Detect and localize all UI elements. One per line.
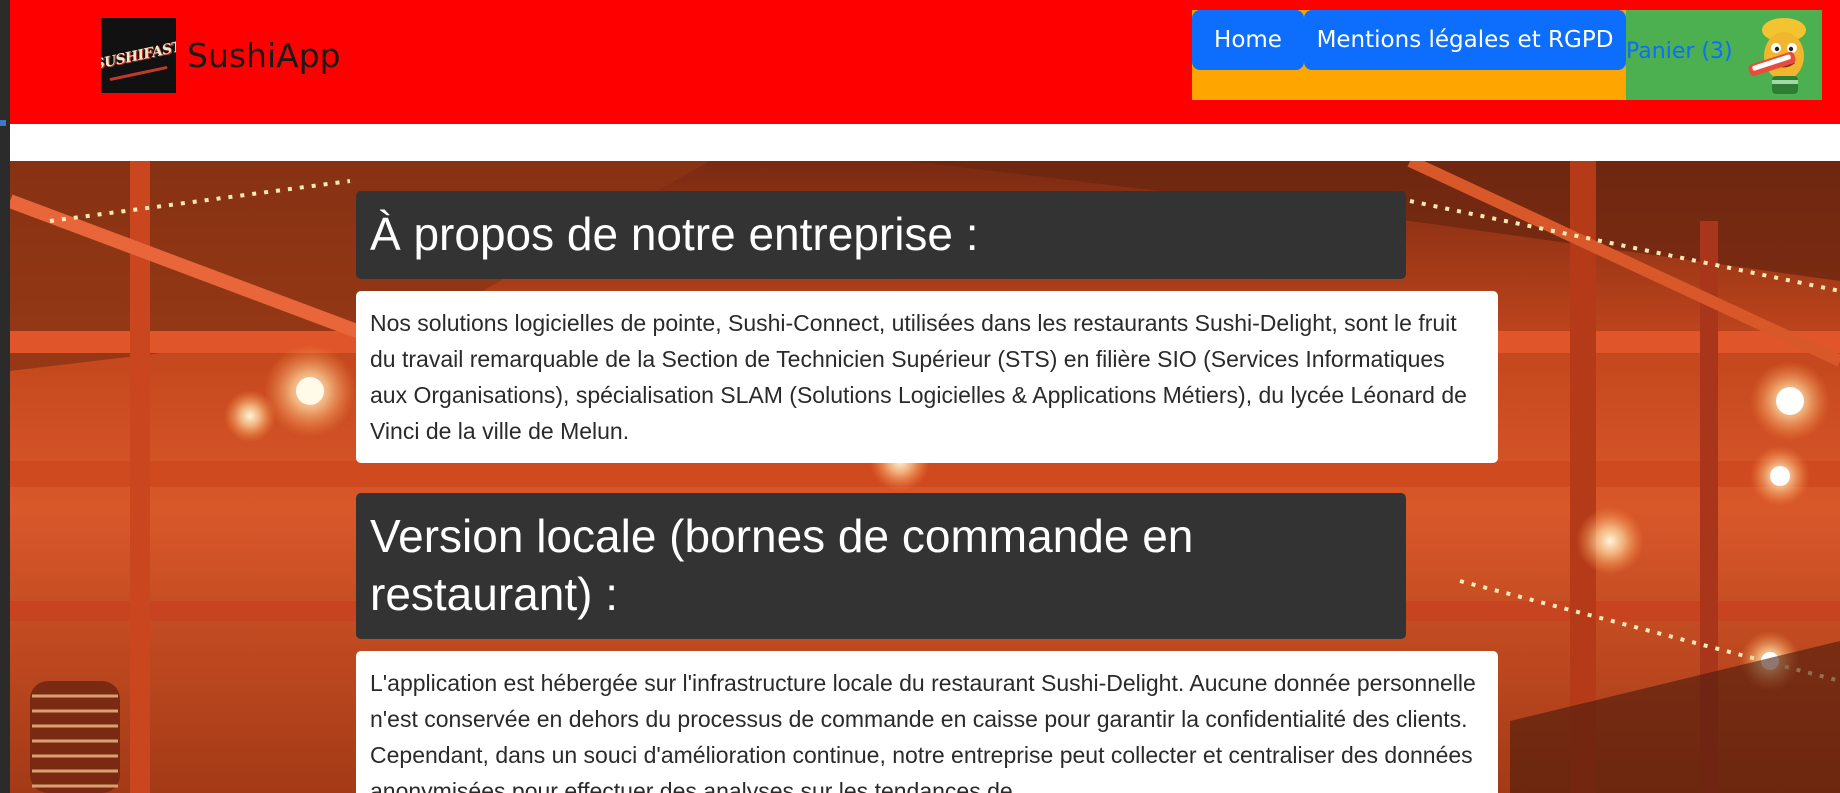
about-heading: À propos de notre entreprise : [356, 191, 1406, 279]
sushi-mascot-icon[interactable] [1742, 10, 1822, 100]
cart-link[interactable]: Panier (3) [1626, 39, 1733, 64]
mentions-legales-button[interactable]: Mentions légales et RGPD [1304, 10, 1626, 70]
brand[interactable]: SUSHIFAST SushiApp [101, 18, 341, 93]
brand-name[interactable]: SushiApp [187, 36, 341, 75]
local-version-section: Version locale (bornes de commande en re… [356, 493, 1498, 793]
nav-links-container: Home Mentions légales et RGPD [1192, 10, 1626, 100]
local-version-heading: Version locale (bornes de commande en re… [356, 493, 1406, 639]
header-spacer [10, 124, 1840, 161]
sushifast-logo[interactable]: SUSHIFAST [101, 18, 176, 93]
site-header: SUSHIFAST SushiApp Home Mentions légales… [10, 0, 1840, 124]
local-version-paragraph: L'application est hébergée sur l'infrast… [356, 651, 1498, 793]
page: SUSHIFAST SushiApp Home Mentions légales… [10, 0, 1840, 793]
about-section: À propos de notre entreprise : Nos solut… [356, 191, 1498, 463]
window-left-edge [0, 0, 10, 793]
about-paragraph: Nos solutions logicielles de pointe, Sus… [356, 291, 1498, 463]
cart-container: Panier (3) [1626, 10, 1822, 100]
home-button[interactable]: Home [1192, 10, 1304, 70]
main-nav: Home Mentions légales et RGPD Panier (3) [1192, 10, 1822, 100]
edge-marker [0, 120, 6, 126]
main-content: À propos de notre entreprise : Nos solut… [356, 191, 1498, 793]
